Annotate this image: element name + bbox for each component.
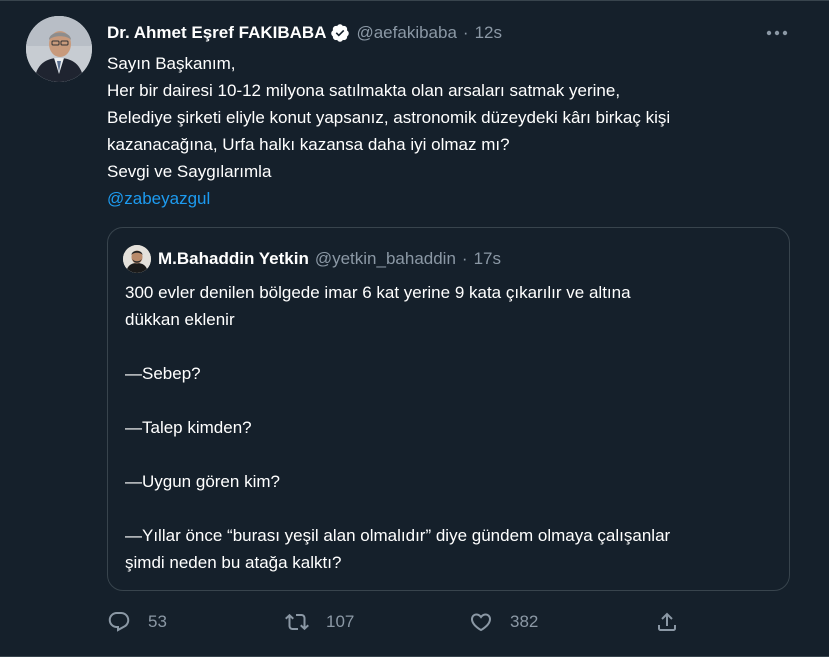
quoted-text-line: dükkan eklenir [125, 310, 235, 329]
tweet-text-line: kazanacağına, Urfa halkı kazansa daha iy… [107, 135, 510, 154]
quoted-text-line: 300 evler denilen bölgede imar 6 kat yer… [125, 283, 631, 302]
quoted-text-line: —Sebep? [125, 364, 201, 383]
tweet-card[interactable]: Dr. Ahmet Eşref FAKIBABA @aefakibaba · 1… [0, 0, 829, 657]
quoted-text-line: —Yıllar önce “burası yeşil alan olmalıdı… [125, 526, 671, 545]
quoted-text-line: şimdi neden bu atağa kalktı? [125, 553, 342, 572]
tweet-text-line: Sayın Başkanım, [107, 54, 236, 73]
quoted-text-line [125, 495, 780, 522]
quoted-tweet-timestamp: 17s [473, 249, 502, 268]
tweet-text-line: Her bir dairesi 10-12 milyona satılmakta… [107, 81, 621, 100]
quoted-text-line: —Uygun gören kim? [125, 472, 280, 491]
quoted-tweet-header: M.Bahaddin Yetkin @yetkin_bahaddin · 17s [158, 248, 501, 270]
quoted-author-handle: @yetkin_bahaddin [314, 249, 456, 268]
share-icon [655, 610, 679, 634]
separator-dot: · [462, 23, 469, 42]
tweet-text-line: Sevgi ve Saygılarımla [107, 162, 272, 181]
author-handle[interactable]: @aefakibaba [356, 23, 456, 43]
retweet-icon [285, 610, 309, 634]
verified-badge-icon [330, 23, 350, 43]
quoted-text-line [125, 441, 780, 468]
quoted-text-line [125, 387, 780, 414]
more-icon[interactable] [763, 22, 791, 44]
reply-icon [107, 610, 131, 634]
quoted-tweet[interactable]: M.Bahaddin Yetkin @yetkin_bahaddin · 17s… [107, 227, 790, 591]
retweet-button[interactable]: 107 [285, 608, 354, 636]
top-divider [0, 0, 829, 1]
tweet-text-line: Belediye şirketi eliyle konut yapsanız, … [107, 108, 671, 127]
quoted-text-line [125, 333, 780, 360]
share-button[interactable] [655, 608, 679, 636]
like-icon [469, 610, 493, 634]
quoted-author-name: M.Bahaddin Yetkin [158, 249, 309, 268]
retweet-count: 107 [326, 612, 355, 631]
like-count: 382 [510, 612, 539, 631]
like-button[interactable]: 382 [469, 608, 538, 636]
separator-dot: · [461, 249, 468, 268]
quoted-author-avatar [123, 245, 151, 273]
quoted-text-line: —Talep kimden? [125, 418, 252, 437]
tweet-text: Sayın Başkanım, Her bir dairesi 10-12 mi… [107, 50, 807, 212]
author-name[interactable]: Dr. Ahmet Eşref FAKIBABA [107, 23, 326, 43]
reply-button[interactable]: 53 [107, 608, 167, 636]
author-avatar[interactable] [26, 16, 92, 82]
action-bar: 53 107 382 [107, 608, 707, 636]
mention-link[interactable]: @zabeyazgul [107, 185, 807, 212]
reply-count: 53 [148, 612, 167, 631]
quoted-tweet-text: 300 evler denilen bölgede imar 6 kat yer… [125, 279, 780, 576]
tweet-header: Dr. Ahmet Eşref FAKIBABA @aefakibaba · 1… [107, 22, 502, 44]
tweet-timestamp[interactable]: 12s [475, 23, 502, 43]
